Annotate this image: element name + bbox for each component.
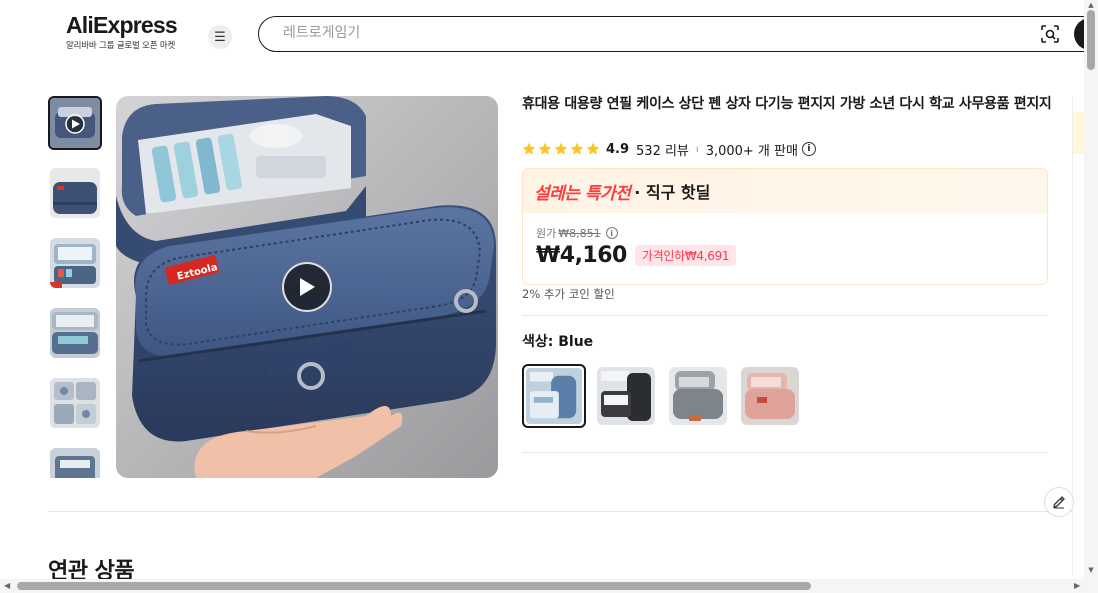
rating-stars[interactable] [522,142,600,156]
separator: ı [695,143,699,155]
swatch-black[interactable] [597,367,655,425]
star-icon [538,142,552,155]
star-icon [586,142,600,155]
logo-text[interactable]: AliExpress [66,13,178,37]
thumbnail-2[interactable] [50,168,100,218]
swatch-blue[interactable] [522,364,586,428]
search-bar [258,16,1098,52]
coin-discount: 2% 추가 코인 할인 [522,287,615,301]
search-input[interactable] [283,25,983,41]
scroll-left-arrow[interactable]: ◀ [4,581,10,591]
hamburger-icon[interactable]: ☰ [208,25,232,49]
price-row: ₩4,160 가격인하₩4,691 [536,243,737,268]
star-icon [570,142,584,155]
main-product-image[interactable]: Eztoola [116,96,498,478]
info-icon[interactable]: i [801,142,816,156]
swatch-gray[interactable] [669,367,727,425]
deal-banner[interactable]: 설레는 특가전 · 직구 핫딜 [523,169,1047,213]
scroll-down-arrow[interactable]: ▼ [1087,566,1095,574]
sold-count: 3,000+ 개 판매 [705,143,798,159]
vertical-scrollbar[interactable]: ▲ ▼ [1084,0,1098,580]
thumbnail-5[interactable] [50,378,100,428]
thumbnail-4[interactable] [50,308,100,358]
scroll-right-arrow[interactable]: ▶ [1074,581,1080,591]
discount-badge: 가격인하₩4,691 [634,245,737,266]
thumbnail-list [48,96,104,478]
edit-icon[interactable] [1044,487,1074,517]
swatch-pink[interactable] [741,367,799,425]
price-info-icon[interactable]: i [605,227,618,239]
rating-value: 4.9 [606,141,630,157]
logo-tagline: 알리바바 그룹 글로벌 오픈 마켓 [66,41,176,51]
current-price: ₩4,160 [536,243,627,268]
horizontal-scroll-thumb[interactable] [17,582,811,590]
aliexpress-logo[interactable]: AliExpress 알리바바 그룹 글로벌 오픈 마켓 [66,13,178,51]
original-price-label: 원가 [536,227,557,240]
horizontal-scrollbar[interactable]: ◀ ▶ [0,579,1098,593]
camera-search-icon[interactable] [1040,24,1060,44]
star-icon [522,142,536,155]
divider [48,511,1072,512]
deal-box: 설레는 특가전 · 직구 핫딜 원가 ₩8,851 i ₩4,160 가격인하₩… [522,168,1048,285]
thumbnail-3[interactable] [50,238,100,288]
scroll-up-arrow[interactable]: ▲ [1087,1,1095,9]
thumbnail-video[interactable] [48,96,102,150]
play-icon[interactable] [282,262,332,312]
divider [522,315,1048,316]
review-count-link[interactable]: 532 리뷰 [636,140,689,159]
divider [522,452,1048,453]
product-title: 휴대용 대용량 연필 케이스 상단 펜 상자 다기능 편지지 가방 소년 다시 … [522,96,1052,112]
deal-subtitle: · 직구 핫딜 [634,183,711,202]
site-header: AliExpress 알리바바 그룹 글로벌 오픈 마켓 ☰ [0,0,1098,66]
color-label: 색상: Blue [522,334,594,350]
deal-brand: 설레는 특가전 [534,183,631,204]
original-price-row: 원가 ₩8,851 i [536,225,618,241]
vertical-scroll-thumb[interactable] [1087,10,1095,70]
rating-row: 4.9 532 리뷰 ı 3,000+ 개 판매 i [522,140,816,159]
original-price: ₩8,851 [558,226,601,240]
star-icon [554,142,568,155]
thumbnail-6[interactable] [50,448,100,478]
